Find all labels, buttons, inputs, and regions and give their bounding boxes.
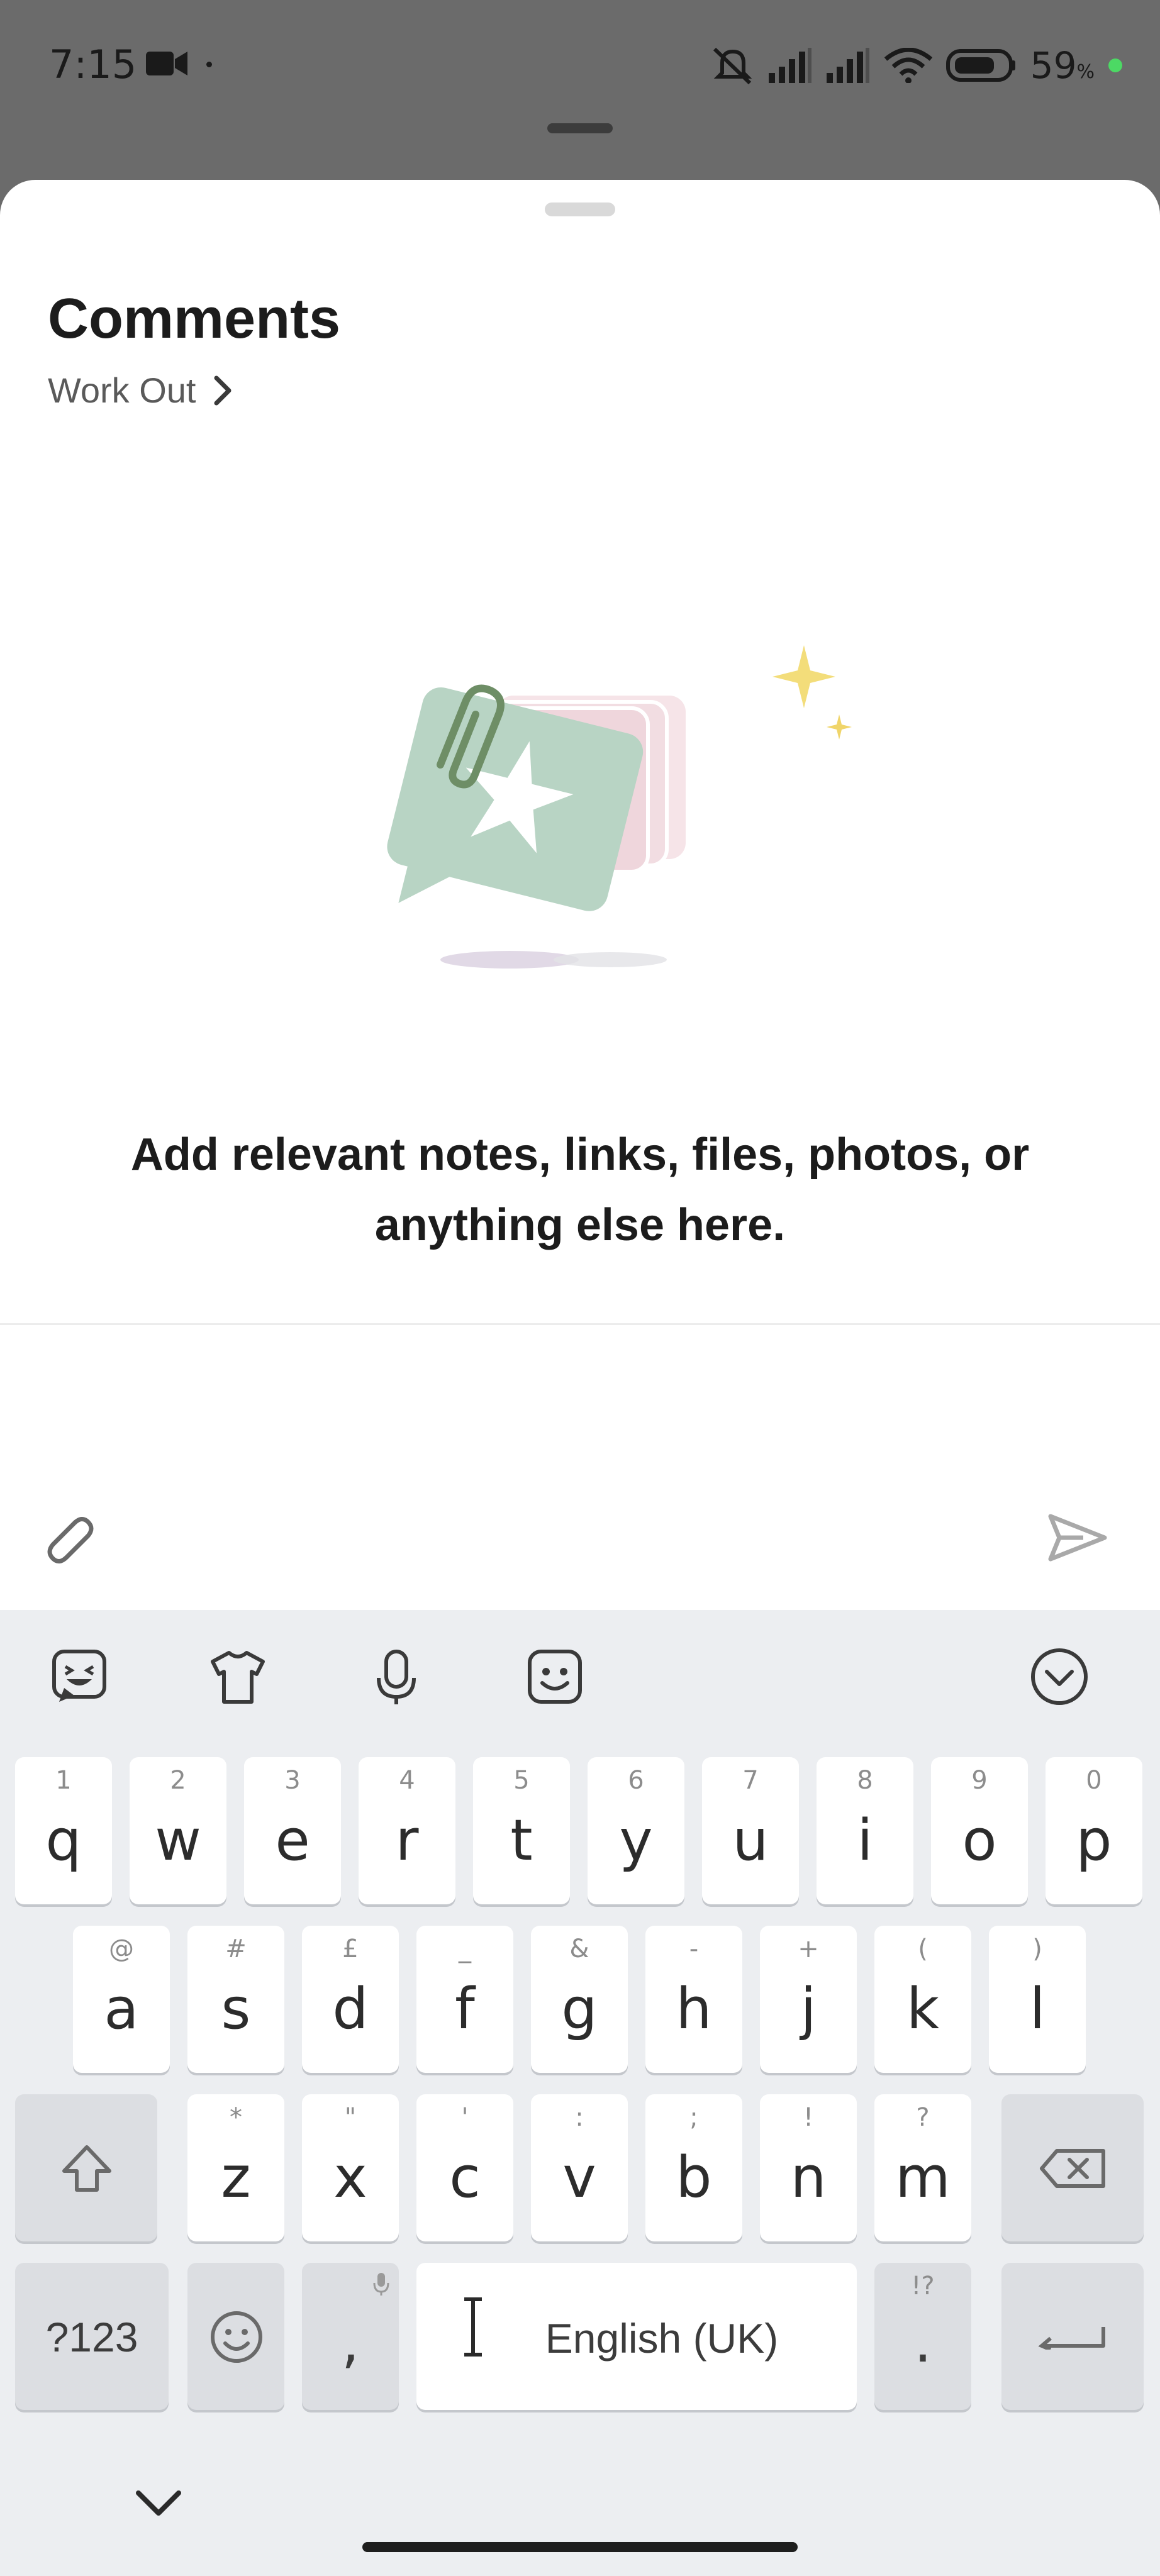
key-m[interactable]: ? m <box>874 2094 971 2241</box>
key-t[interactable]: 5t <box>473 1757 570 1904</box>
key-b[interactable]: ; b <box>645 2094 742 2241</box>
sheet-title: Comments <box>48 287 341 350</box>
signal-icon <box>826 48 869 83</box>
chevron-right-icon <box>214 375 231 405</box>
comments-sheet: Comments Work Out Add relevant notes, li… <box>0 180 1160 1610</box>
key-g[interactable]: & g <box>531 1926 628 2073</box>
breadcrumb-label: Work Out <box>48 370 196 410</box>
status-bar: 7:15 59% <box>0 0 1160 126</box>
send-icon[interactable] <box>1046 1513 1108 1563</box>
smiley-icon <box>211 2311 262 2363</box>
period-key[interactable]: !? . <box>874 2263 971 2410</box>
key-y[interactable]: 6y <box>588 1757 684 1904</box>
key-k[interactable]: (k <box>874 1926 971 2073</box>
drag-handle[interactable] <box>545 203 615 216</box>
key-u[interactable]: 7u <box>702 1757 799 1904</box>
key-p[interactable]: 0p <box>1046 1757 1142 1904</box>
emoji-key[interactable] <box>187 2263 284 2410</box>
status-icons: 59% <box>711 44 1122 87</box>
enter-return-icon <box>1038 2327 1105 2350</box>
empty-state-message: Add relevant notes, links, files, photos… <box>130 1130 1030 1250</box>
microphone-icon[interactable] <box>366 1646 427 1707</box>
soft-keyboard: 1q 2w 3e 4r 5t 6y 7u 8i 9o 0p @ a # s £ d _… <box>0 1610 1160 2576</box>
enter-key[interactable] <box>1001 2263 1144 2410</box>
space-key[interactable]: English (UK) <box>416 2263 857 2410</box>
hide-keyboard-chevron-icon[interactable] <box>133 2484 184 2522</box>
key-i[interactable]: 8i <box>817 1757 913 1904</box>
key-h[interactable]: -h <box>645 1926 742 2073</box>
comment-input[interactable] <box>101 1472 1047 1548</box>
key-f[interactable]: _ f <box>416 1926 513 2073</box>
wifi-icon <box>884 48 932 83</box>
key-x[interactable]: " x <box>302 2094 399 2241</box>
status-time: 7:15 <box>49 42 137 87</box>
key-q[interactable]: 1q <box>15 1757 112 1904</box>
battery-percentage: 59% <box>1030 44 1095 87</box>
background-sheet-handle <box>547 123 613 133</box>
keyboard-toolbar <box>0 1610 1160 1745</box>
key-z[interactable]: * z <box>187 2094 284 2241</box>
divider <box>0 1323 1160 1325</box>
backspace-icon <box>1040 2149 1105 2188</box>
backspace-key[interactable] <box>1001 2094 1144 2241</box>
key-j[interactable]: + j <box>760 1926 857 2073</box>
key-s[interactable]: # s <box>187 1926 284 2073</box>
emoji-face-icon[interactable] <box>525 1646 585 1707</box>
privacy-indicator-dot <box>1108 58 1122 72</box>
mic-hint-icon <box>373 2273 389 2296</box>
key-w[interactable]: 2w <box>130 1757 226 1904</box>
key-c[interactable]: ' c <box>416 2094 513 2241</box>
comma-key[interactable]: , <box>302 2263 399 2410</box>
battery-icon <box>945 49 1015 82</box>
key-a[interactable]: @ a <box>73 1926 170 2073</box>
video-camera-icon <box>146 52 187 75</box>
key-n[interactable]: ! n <box>760 2094 857 2241</box>
key-r[interactable]: 4r <box>359 1757 455 1904</box>
collapse-chevron-icon[interactable] <box>1029 1646 1090 1707</box>
breadcrumb-work-out[interactable]: Work Out <box>48 370 232 411</box>
signal-icon <box>768 48 811 83</box>
mute-icon <box>713 47 752 84</box>
key-d[interactable]: £ d <box>302 1926 399 2073</box>
theme-shirt-icon[interactable] <box>208 1646 268 1707</box>
notification-dot <box>206 62 212 67</box>
shift-key[interactable] <box>15 2094 157 2241</box>
key-e[interactable]: 3e <box>244 1757 341 1904</box>
home-indicator[interactable] <box>362 2542 798 2552</box>
key-o[interactable]: 9o <box>931 1757 1028 1904</box>
symbols-key[interactable]: ?123 <box>15 2263 169 2410</box>
key-v[interactable]: :v <box>531 2094 628 2241</box>
key-l[interactable]: ) l <box>989 1926 1086 2073</box>
attach-paperclip-icon[interactable] <box>39 1509 96 1566</box>
shift-arrow-icon <box>62 2145 111 2192</box>
sticker-icon[interactable] <box>49 1646 109 1707</box>
